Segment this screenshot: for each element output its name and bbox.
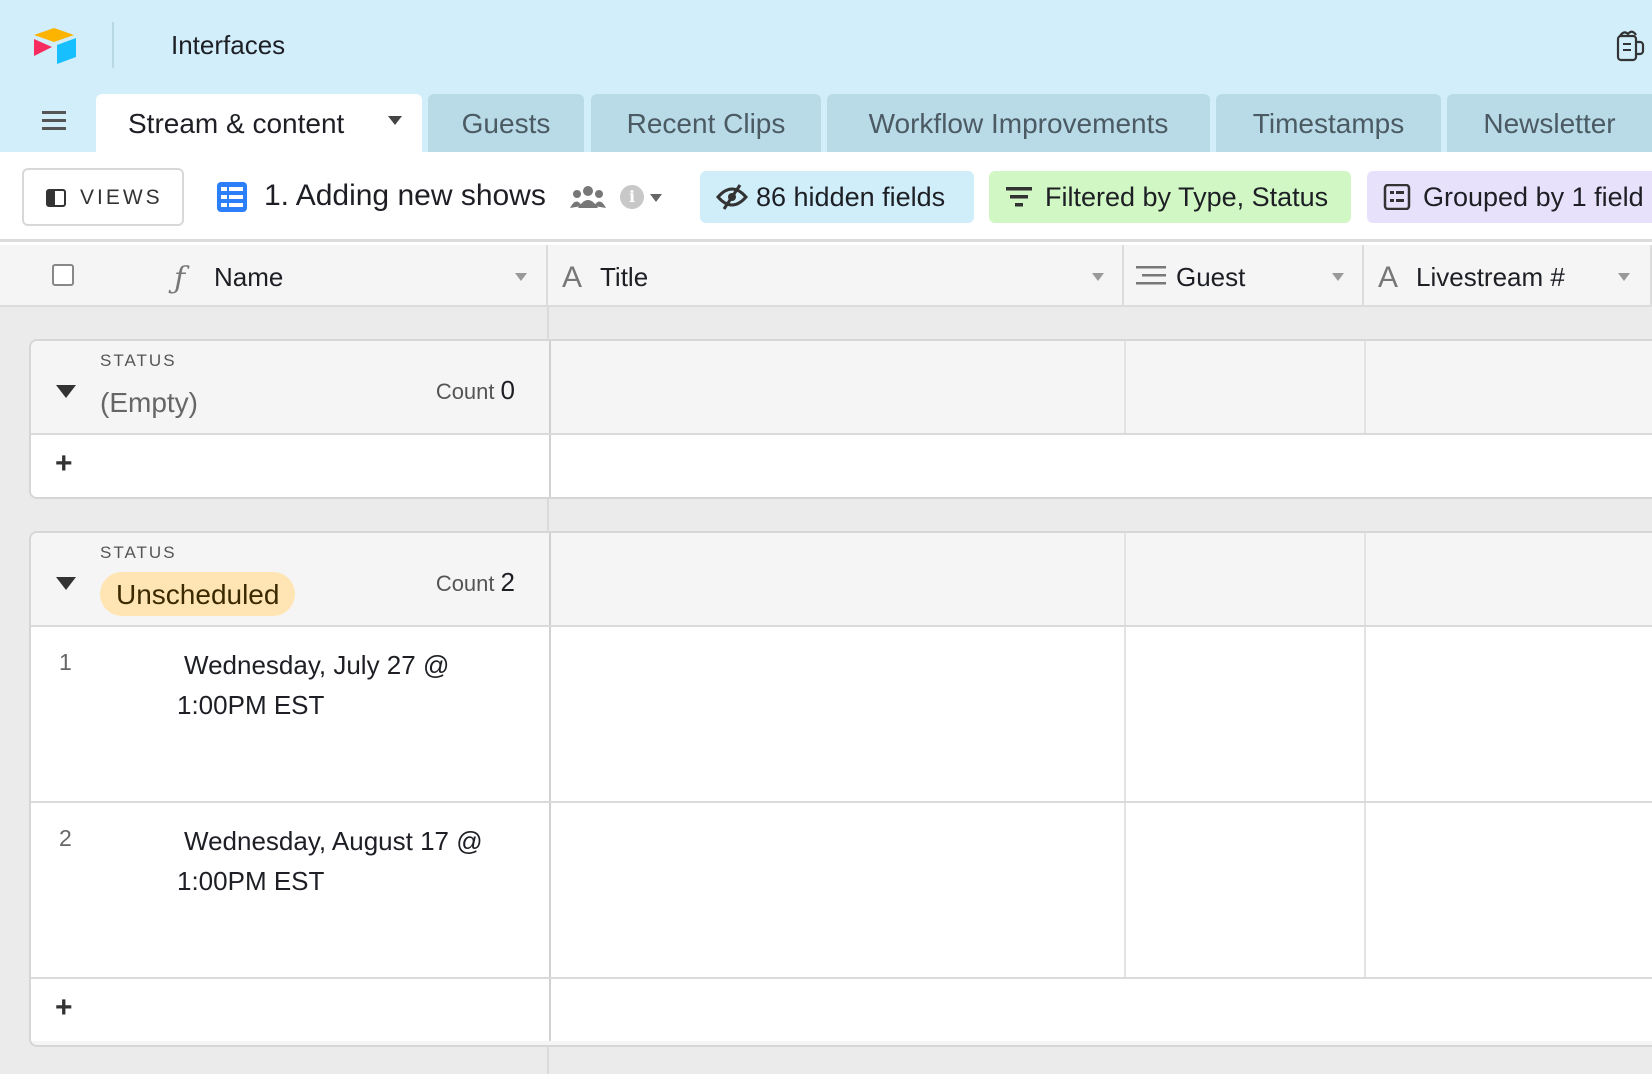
grid-body: STATUS (Empty) Count 0 + STATUS Unschedul… (0, 307, 1652, 1074)
group-header[interactable]: STATUS (Empty) Count 0 (31, 341, 1652, 435)
cell-divider (549, 979, 551, 1041)
chevron-down-icon[interactable] (1092, 273, 1104, 281)
grid-header: ƒ Name A Title Guest A Livestream # (0, 245, 1652, 307)
hidden-fields-label: 86 hidden fields (756, 182, 946, 212)
group-label: Grouped by 1 field (1423, 182, 1644, 212)
chevron-down-icon[interactable] (1618, 273, 1630, 281)
column-header-title[interactable]: A Title (548, 245, 1124, 305)
tab-guests[interactable]: Guests (428, 94, 584, 152)
cell-divider (1124, 533, 1126, 625)
tab-workflow-improvements[interactable]: Workflow Improvements (827, 94, 1210, 152)
view-name[interactable]: 1. Adding new shows (264, 179, 546, 213)
view-menu-chevron-icon[interactable] (650, 194, 662, 202)
count-value: 0 (500, 375, 515, 405)
formula-icon: ƒ (174, 261, 186, 296)
add-icon[interactable]: + (55, 447, 73, 481)
views-label: VIEWS (80, 186, 163, 209)
row-number: 2 (59, 825, 72, 851)
long-text-icon (1136, 266, 1166, 285)
filter-button[interactable]: Filtered by Type, Status (989, 171, 1351, 223)
top-divider (112, 22, 114, 68)
collapse-toggle-icon[interactable] (56, 385, 76, 398)
chevron-down-icon[interactable] (1332, 273, 1344, 281)
filter-icon (1006, 187, 1032, 207)
chevron-down-icon[interactable] (388, 116, 402, 125)
collapse-toggle-icon[interactable] (56, 577, 76, 590)
tab-label: Stream & content (128, 108, 345, 139)
cell-divider (1364, 341, 1366, 433)
views-button[interactable]: VIEWS (22, 168, 184, 226)
tab-stream-content[interactable]: Stream & content (96, 94, 422, 152)
record-group: STATUS Unscheduled Count 2 1 Wednesday, J… (29, 531, 1652, 1047)
group-header[interactable]: STATUS Unscheduled Count 2 (31, 533, 1652, 627)
cell-divider (549, 627, 551, 801)
top-bar: Interfaces Stream & content Guests Recen… (0, 0, 1652, 152)
count-label: Count (435, 571, 495, 596)
filter-label: Filtered by Type, Status (1045, 182, 1329, 212)
info-icon[interactable]: i (620, 185, 644, 209)
count-label: Count (435, 379, 495, 404)
row-number: 1 (59, 649, 72, 675)
cell-divider (549, 803, 551, 977)
help-icon[interactable] (1614, 28, 1646, 64)
cell-divider (1124, 341, 1126, 433)
collaborative-view-icon (570, 186, 606, 208)
name-cell[interactable]: Wednesday, July 27 @ 1:00PM EST (177, 645, 517, 725)
cell-divider (549, 533, 551, 625)
cell-divider (549, 435, 551, 497)
column-header-guest[interactable]: Guest (1124, 245, 1364, 305)
hidden-fields-button[interactable]: 86 hidden fields (700, 171, 974, 223)
tab-timestamps[interactable]: Timestamps (1216, 94, 1441, 152)
count-value: 2 (500, 567, 515, 597)
name-cell[interactable]: Wednesday, August 17 @ 1:00PM EST (177, 821, 517, 901)
group-count: Count 0 (436, 375, 515, 406)
chevron-down-icon[interactable] (515, 273, 527, 281)
cell-divider (549, 341, 551, 433)
tab-recent-clips[interactable]: Recent Clips (591, 94, 821, 152)
column-label: Title (600, 262, 649, 292)
column-label: Name (214, 262, 284, 292)
cell-divider (1364, 627, 1366, 801)
text-field-icon: A (1378, 261, 1399, 294)
table-row[interactable]: 1 Wednesday, July 27 @ 1:00PM EST (31, 627, 1652, 803)
select-all-checkbox[interactable] (52, 264, 74, 286)
text-field-icon: A (562, 261, 583, 294)
sidebar-toggle-icon (46, 189, 66, 207)
group-icon (1383, 184, 1411, 210)
app-logo-icon[interactable] (30, 26, 80, 66)
group-value: (Empty) (100, 387, 198, 418)
view-bar: VIEWS 1. Adding new shows i 86 hidden fi… (0, 152, 1652, 242)
cell-divider (1364, 803, 1366, 977)
group-button[interactable]: Grouped by 1 field (1367, 171, 1652, 223)
group-count: Count 2 (436, 567, 515, 598)
record-group: STATUS (Empty) Count 0 + (29, 339, 1652, 499)
cell-divider (1124, 627, 1126, 801)
status-badge: Unscheduled (100, 572, 296, 616)
add-record-row[interactable]: + (31, 979, 1652, 1041)
column-label: Guest (1176, 262, 1246, 292)
column-header-name[interactable]: ƒ Name (0, 245, 548, 305)
grid-view-icon (217, 182, 247, 212)
add-record-row[interactable]: + (31, 435, 1652, 497)
add-icon[interactable]: + (55, 991, 73, 1025)
column-label: Livestream # (1416, 262, 1565, 292)
cell-divider (1124, 803, 1126, 977)
group-field-label: STATUS (100, 543, 177, 562)
column-header-livestream[interactable]: A Livestream # (1364, 245, 1652, 305)
hidden-eye-icon (716, 184, 748, 210)
tab-newsletter[interactable]: Newsletter (1447, 94, 1652, 152)
group-field-label: STATUS (100, 351, 177, 370)
cell-divider (1364, 533, 1366, 625)
table-row[interactable]: 2 Wednesday, August 17 @ 1:00PM EST (31, 803, 1652, 979)
app-title[interactable]: Interfaces (171, 30, 285, 61)
menu-icon[interactable] (40, 110, 68, 132)
